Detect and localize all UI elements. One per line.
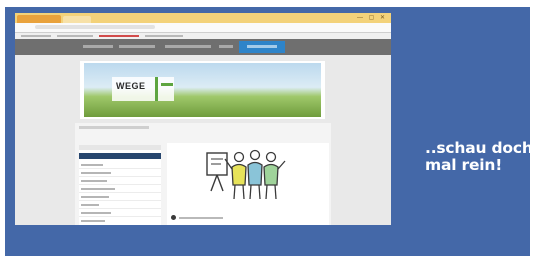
bookmark-item [99, 35, 139, 37]
promo-tagline: ..schau doch mal rein! [425, 139, 533, 174]
divider [79, 168, 161, 169]
website-screenshot: — ▢ ✕ WEGE [15, 13, 391, 225]
browser-tab-active [17, 15, 61, 23]
site-navigation [15, 39, 391, 55]
bookmark-item [21, 35, 51, 37]
sidebar-item [81, 172, 111, 174]
sidebar-heading [79, 145, 161, 150]
browser-tab-strip: — ▢ ✕ [15, 13, 391, 23]
header-image: WEGE [84, 63, 321, 117]
radio-bullet-icon [171, 215, 176, 220]
nav-item [83, 45, 113, 48]
radio-label [179, 217, 223, 219]
divider [79, 200, 161, 201]
window-controls: — ▢ ✕ [356, 15, 387, 21]
nav-item [119, 45, 155, 48]
divider [79, 176, 161, 177]
breadcrumb [79, 126, 149, 129]
address-bar [15, 23, 391, 33]
browser-tab [63, 16, 91, 23]
page-content [75, 123, 331, 225]
nav-item-active [239, 41, 285, 53]
main-panel [167, 143, 329, 225]
team-illustration-icon [206, 149, 286, 200]
sidebar-item [81, 212, 111, 214]
sidebar-item [81, 204, 99, 206]
divider [79, 184, 161, 185]
site-header: WEGE [80, 61, 325, 119]
sidebar-item [81, 188, 115, 190]
site-logo: WEGE [116, 81, 146, 91]
logo-accent-mark [161, 83, 173, 86]
divider [79, 216, 161, 217]
nav-item [165, 45, 211, 48]
divider [79, 192, 161, 193]
sidebar-item-active [79, 153, 161, 159]
sidebar-item [81, 164, 103, 166]
sidebar-item [81, 220, 105, 222]
sidebar-menu [79, 145, 161, 225]
bookmark-item [145, 35, 183, 37]
nav-item [219, 45, 233, 48]
divider [79, 208, 161, 209]
sidebar-item [81, 180, 107, 182]
bookmark-item [57, 35, 93, 37]
promo-banner: — ▢ ✕ WEGE ..schau doch mal rein! [5, 7, 533, 256]
url-field [35, 25, 155, 29]
sidebar-item [81, 196, 109, 198]
logo-accent [155, 77, 158, 101]
